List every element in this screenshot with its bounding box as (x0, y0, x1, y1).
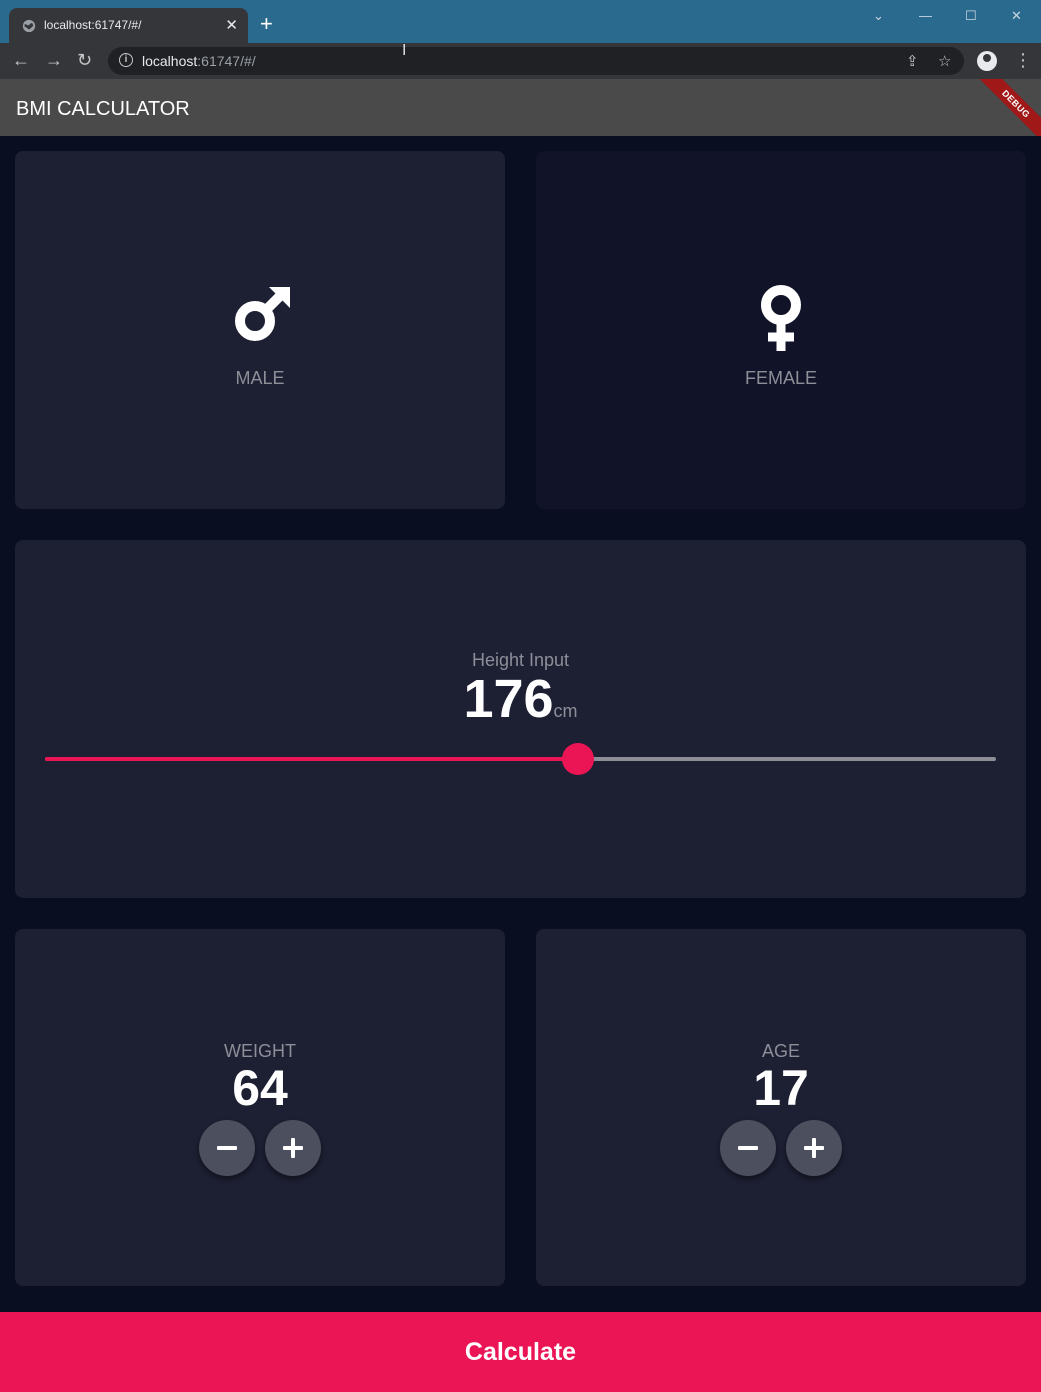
globe-icon (22, 19, 36, 33)
male-label: MALE (235, 368, 285, 388)
height-slider-active-track (45, 757, 578, 761)
height-value: 176 (463, 669, 554, 729)
height-unit: cm (553, 701, 578, 721)
weight-decrement-button[interactable] (199, 1120, 255, 1176)
female-card[interactable]: FEMALE (536, 151, 1026, 509)
plus-icon (283, 1138, 303, 1158)
browser-tab-strip: localhost:61747/#/ ✕ + ⌄ — ☐ ✕ (0, 0, 1041, 43)
age-decrement-button[interactable] (720, 1120, 776, 1176)
weight-card: WEIGHT 64 (15, 929, 505, 1286)
tab-title: localhost:61747/#/ (44, 18, 142, 32)
url-host: localhost (142, 53, 198, 69)
forward-icon[interactable]: → (45, 50, 63, 71)
new-tab-button[interactable]: + (260, 13, 273, 35)
height-slider-thumb[interactable] (561, 743, 594, 775)
debug-banner: DEBUG (971, 79, 1041, 136)
url-path: :61747/#/ (197, 53, 256, 69)
app-bar: BMI CALCULATOR DEBUG (0, 79, 1041, 136)
tab-search-icon[interactable]: ⌄ (873, 8, 884, 24)
age-increment-button[interactable] (786, 1120, 842, 1176)
text-cursor-icon: I (402, 42, 407, 59)
maximize-icon[interactable]: ☐ (965, 8, 977, 24)
plus-icon (804, 1138, 824, 1158)
male-icon (235, 287, 290, 341)
male-card[interactable]: MALE (15, 151, 505, 509)
height-card: Height Input 176cm (15, 540, 1026, 898)
female-label: FEMALE (744, 368, 818, 388)
age-card: AGE 17 (536, 929, 1026, 1286)
bookmark-star-icon[interactable]: ☆ (938, 52, 951, 70)
site-info-icon[interactable]: i (119, 53, 133, 67)
minus-icon (217, 1146, 237, 1150)
age-value: 17 (753, 1060, 809, 1116)
browser-tab[interactable]: localhost:61747/#/ ✕ (9, 8, 248, 43)
weight-value: 64 (232, 1060, 288, 1116)
female-icon (761, 285, 801, 351)
browser-toolbar: ← → ↻ i localhost:61747/#/ ⇪ ☆ ⋮ (0, 43, 1041, 79)
browser-menu-icon[interactable]: ⋮ (1014, 50, 1032, 71)
calculate-button[interactable]: Calculate (0, 1312, 1041, 1392)
weight-increment-button[interactable] (265, 1120, 321, 1176)
height-readout: 176cm (15, 668, 1026, 730)
page-title: BMI CALCULATOR (16, 98, 190, 120)
height-slider[interactable] (45, 743, 996, 775)
age-controls (536, 1120, 1026, 1176)
profile-avatar-icon[interactable] (977, 51, 997, 71)
minus-icon (738, 1146, 758, 1150)
share-icon[interactable]: ⇪ (906, 52, 919, 70)
close-tab-icon[interactable]: ✕ (225, 16, 238, 34)
weight-controls (15, 1120, 505, 1176)
back-icon[interactable]: ← (12, 50, 30, 71)
address-bar[interactable]: i localhost:61747/#/ ⇪ ☆ (108, 47, 964, 75)
reload-icon[interactable]: ↻ (77, 50, 92, 71)
minimize-icon[interactable]: — (919, 8, 932, 23)
url-text[interactable]: localhost:61747/#/ (142, 53, 256, 69)
window-close-icon[interactable]: ✕ (1011, 8, 1022, 24)
